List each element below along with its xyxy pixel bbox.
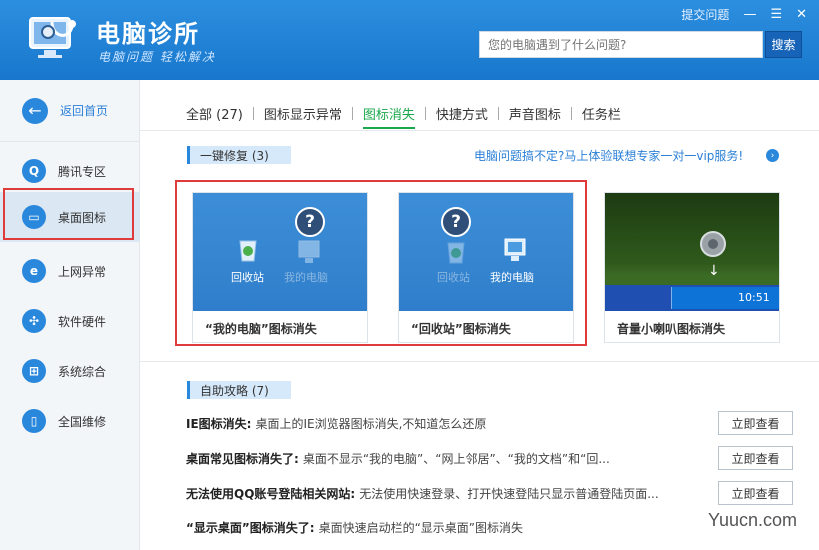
guide-desc: 桌面上的IE浏览器图标消失,不知道怎么还原 [255, 416, 487, 431]
card-illustration: ↓ 10:51 [605, 193, 779, 311]
app-header: 电脑诊所 电脑问题 轻松解决 提交问题 — ☰ ✕ 搜索 [0, 0, 819, 80]
view-now-button[interactable]: 立即查看 [718, 446, 793, 470]
tab-separator [570, 106, 572, 120]
hardware-chip-icon: ✣ [22, 309, 46, 333]
tab-icon-missing[interactable]: 图标消失 [362, 104, 415, 129]
sidebar-item-label: 全国维修 [58, 414, 107, 429]
divider [140, 361, 819, 362]
ie-browser-icon: e [22, 259, 46, 283]
tab-separator [252, 106, 254, 120]
windows-logo-icon: ⊞ [22, 359, 46, 383]
app-title: 电脑诊所 [96, 20, 200, 48]
tab-icon-display[interactable]: 图标显示异常 [264, 104, 342, 123]
app-slogan: 电脑问题 轻松解决 [98, 50, 216, 64]
tab-separator [424, 106, 426, 120]
divider [140, 130, 819, 131]
guide-desc: 无法使用快速登录、打开快速登陆只显示普通登陆页面... [359, 486, 659, 501]
tab-all[interactable]: 全部 (27) [186, 104, 243, 123]
sidebar-item-label: 上网异常 [58, 264, 107, 279]
sidebar-item-repair[interactable]: ▯ 全国维修 [0, 396, 140, 446]
tab-separator [351, 106, 353, 120]
search-button[interactable]: 搜索 [765, 31, 802, 58]
tab-separator [497, 106, 499, 120]
vip-service-link[interactable]: 电脑问题搞不定?马上体验联想专家一对一vip服务! [474, 147, 743, 164]
sidebar: ← 返回首页 Q 腾讯专区 ▭ 桌面图标 e 上网异常 ✣ 软件硬件 ⊞ 系统综… [0, 80, 140, 550]
qq-penguin-icon: Q [22, 159, 46, 183]
watermark: Yuucn.com [708, 510, 798, 530]
arrow-right-icon[interactable]: › [766, 149, 779, 162]
sidebar-item-label: 腾讯专区 [58, 164, 107, 179]
fix-card-volume-icon[interactable]: ↓ 10:51 音量小喇叭图标消失 [604, 192, 780, 343]
stethoscope-monitor-icon [29, 17, 76, 58]
guide-item: IE图标消失: 桌面上的IE浏览器图标消失,不知道怎么还原 [186, 413, 486, 433]
tab-sound-icon[interactable]: 声音图标 [509, 104, 561, 123]
title-bar-controls: 提交问题 — ☰ ✕ [681, 6, 807, 23]
guide-title: IE图标消失: [186, 416, 252, 431]
highlight-box-sidebar [3, 188, 134, 240]
guide-desc: 桌面快速启动栏的“显示桌面”图标消失 [318, 520, 524, 535]
menu-button[interactable]: ☰ [770, 7, 782, 22]
guide-desc: 桌面不显示“我的电脑”、“网上邻居”、“我的文档”和“回... [302, 451, 610, 466]
tray-clock: 10:51 [738, 291, 770, 304]
tab-taskbar[interactable]: 任务栏 [582, 104, 621, 123]
sidebar-item-label: 系统综合 [58, 364, 107, 379]
view-now-button[interactable]: 立即查看 [718, 411, 793, 435]
highlight-box-cards [175, 180, 587, 346]
category-tabs: 全部 (27) 图标显示异常 图标消失 快捷方式 声音图标 任务栏 [186, 100, 621, 129]
sidebar-item-system[interactable]: ⊞ 系统综合 [0, 346, 140, 396]
tab-shortcuts[interactable]: 快捷方式 [436, 104, 488, 123]
sidebar-item-label: 软件硬件 [58, 314, 107, 329]
guide-title: “显示桌面”图标消失了: [186, 520, 315, 535]
sidebar-item-hardware[interactable]: ✣ 软件硬件 [0, 296, 140, 346]
quick-fix-header: 一键修复 (3) [187, 146, 291, 164]
minimize-button[interactable]: — [743, 7, 756, 22]
back-home-button[interactable]: ← 返回首页 [0, 80, 140, 142]
search-input[interactable] [479, 31, 763, 58]
phone-repair-icon: ▯ [22, 409, 46, 433]
guides-header: 自助攻略 (7) [187, 381, 291, 399]
sidebar-item-internet[interactable]: e 上网异常 [0, 246, 140, 296]
guide-item: “显示桌面”图标消失了: 桌面快速启动栏的“显示桌面”图标消失 [186, 517, 523, 537]
card-title: 音量小喇叭图标消失 [617, 322, 726, 336]
back-arrow-icon: ← [22, 97, 48, 124]
close-button[interactable]: ✕ [796, 7, 807, 22]
guide-title: 无法使用QQ账号登陆相关网站: [186, 486, 356, 501]
arrow-down-icon: ↓ [708, 263, 720, 279]
submit-question-link[interactable]: 提交问题 [681, 6, 729, 23]
guide-title: 桌面常见图标消失了: [186, 451, 299, 466]
guide-item: 桌面常见图标消失了: 桌面不显示“我的电脑”、“网上邻居”、“我的文档”和“回.… [186, 448, 610, 468]
view-now-button[interactable]: 立即查看 [718, 481, 793, 505]
speaker-icon [700, 231, 726, 257]
guide-item: 无法使用QQ账号登陆相关网站: 无法使用快速登录、打开快速登陆只显示普通登陆页面… [186, 483, 659, 503]
back-home-label: 返回首页 [60, 104, 109, 118]
